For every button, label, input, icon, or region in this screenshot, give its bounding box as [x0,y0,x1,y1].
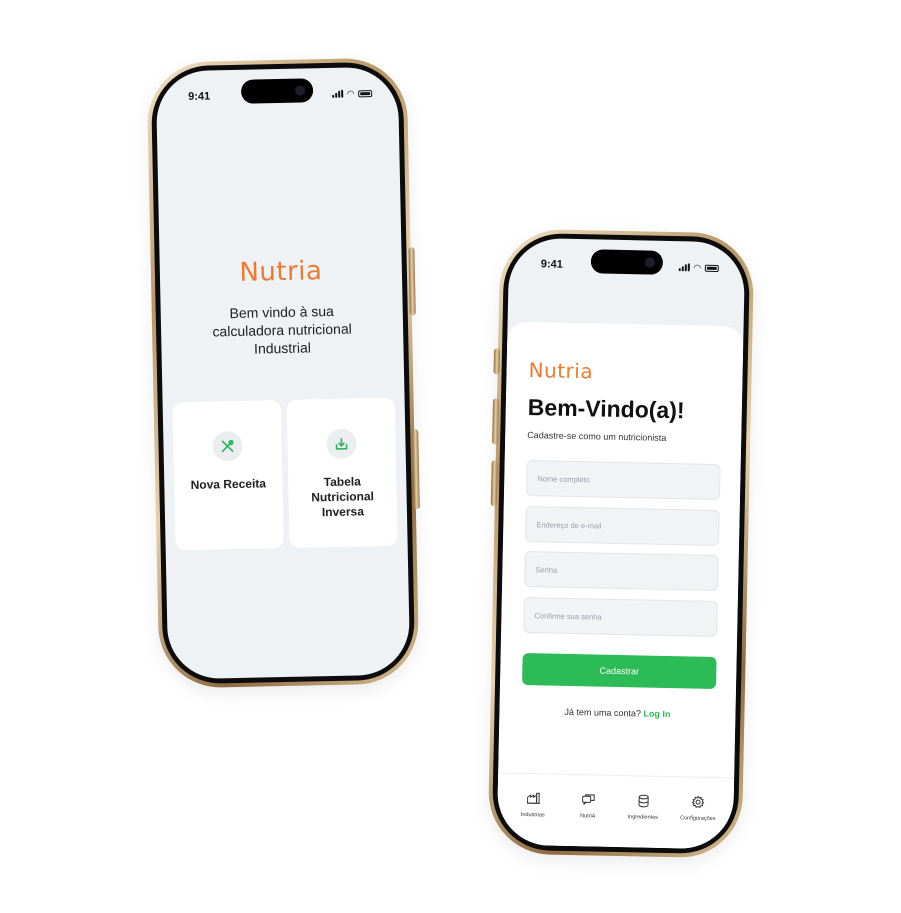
side-button [408,247,416,316]
chat-icon [580,791,596,807]
status-time: 9:41 [188,90,211,103]
tabela-nutricional-card[interactable]: Tabela Nutricional Inversa [286,397,398,548]
home-screen: 9:41 ◠ Nutria Bem vindo à sua calculador… [155,66,411,680]
cadastrar-button[interactable]: Cadastrar [522,652,717,690]
status-bar: 9:41 ◠ [508,238,745,287]
status-bar: 9:41 ◠ [156,67,399,116]
signup-screen: 9:41 ◠ Nutria Bem-Vindo(a)! Cadastre-se … [496,237,746,850]
card-label: Tabela Nutricional Inversa [311,474,375,520]
phone-bezel: 9:41 ◠ Nutria Bem-Vindo(a)! Cadastre-se … [491,232,751,855]
bottom-tab-bar: Industrias NutriA Ingredientes Configura… [496,772,735,850]
tab-ingredientes[interactable]: Ingredientes [616,792,669,848]
phone-bezel: 9:41 ◠ Nutria Bem vindo à sua calculador… [150,61,416,685]
database-icon [635,792,651,808]
app-logo: Nutria [239,256,323,288]
email-field[interactable] [525,505,720,547]
utensils-icon [212,430,243,462]
tab-nutria[interactable]: NutriA [561,791,614,847]
page-title: Bem-Vindo(a)! [527,394,685,424]
full-name-field[interactable] [525,460,721,501]
home-phone: 9:41 ◠ Nutria Bem vindo à sua calculador… [146,57,420,689]
signup-phone: 9:41 ◠ Nutria Bem-Vindo(a)! Cadastre-se … [487,228,755,859]
battery-icon [704,264,719,272]
signal-icon [332,89,344,98]
page-subtitle: Cadastre-se como um nutricionista [527,430,667,443]
download-tray-icon [326,428,357,460]
card-label: Nova Receita [190,476,267,492]
battery-icon [358,89,373,97]
tab-configuracoes[interactable]: Configurações [671,793,724,849]
home-cards: Nova Receita Tabela Nutricional Inversa [172,397,398,551]
tab-label: NutriA [580,813,596,820]
side-button [490,460,498,507]
login-prompt-text: Já tem uma conta? [564,706,642,719]
password-field[interactable] [524,550,719,592]
tab-label: Configurações [679,815,716,823]
side-button [412,429,420,510]
side-button [492,398,500,445]
login-prompt: Já tem uma conta? Log In [499,705,735,720]
welcome-text: Bem vindo à sua calculadora nutricional … [212,302,352,357]
nova-receita-card[interactable]: Nova Receita [172,400,284,551]
login-link[interactable]: Log In [643,709,670,720]
tab-label: Ingredientes [627,814,658,821]
tab-label: Industrias [520,811,545,819]
signup-sheet: Nutria Bem-Vindo(a)! Cadastre-se como um… [496,321,744,850]
wifi-icon: ◠ [347,87,355,99]
signal-icon [678,263,690,272]
confirm-password-field[interactable] [523,596,718,638]
tab-industrias[interactable]: Industrias [506,790,559,846]
side-button [493,348,501,375]
gear-icon [690,794,706,810]
factory-icon [525,790,541,806]
status-time: 9:41 [540,258,563,271]
app-logo: Nutria [528,358,594,384]
wifi-icon: ◠ [693,261,701,273]
